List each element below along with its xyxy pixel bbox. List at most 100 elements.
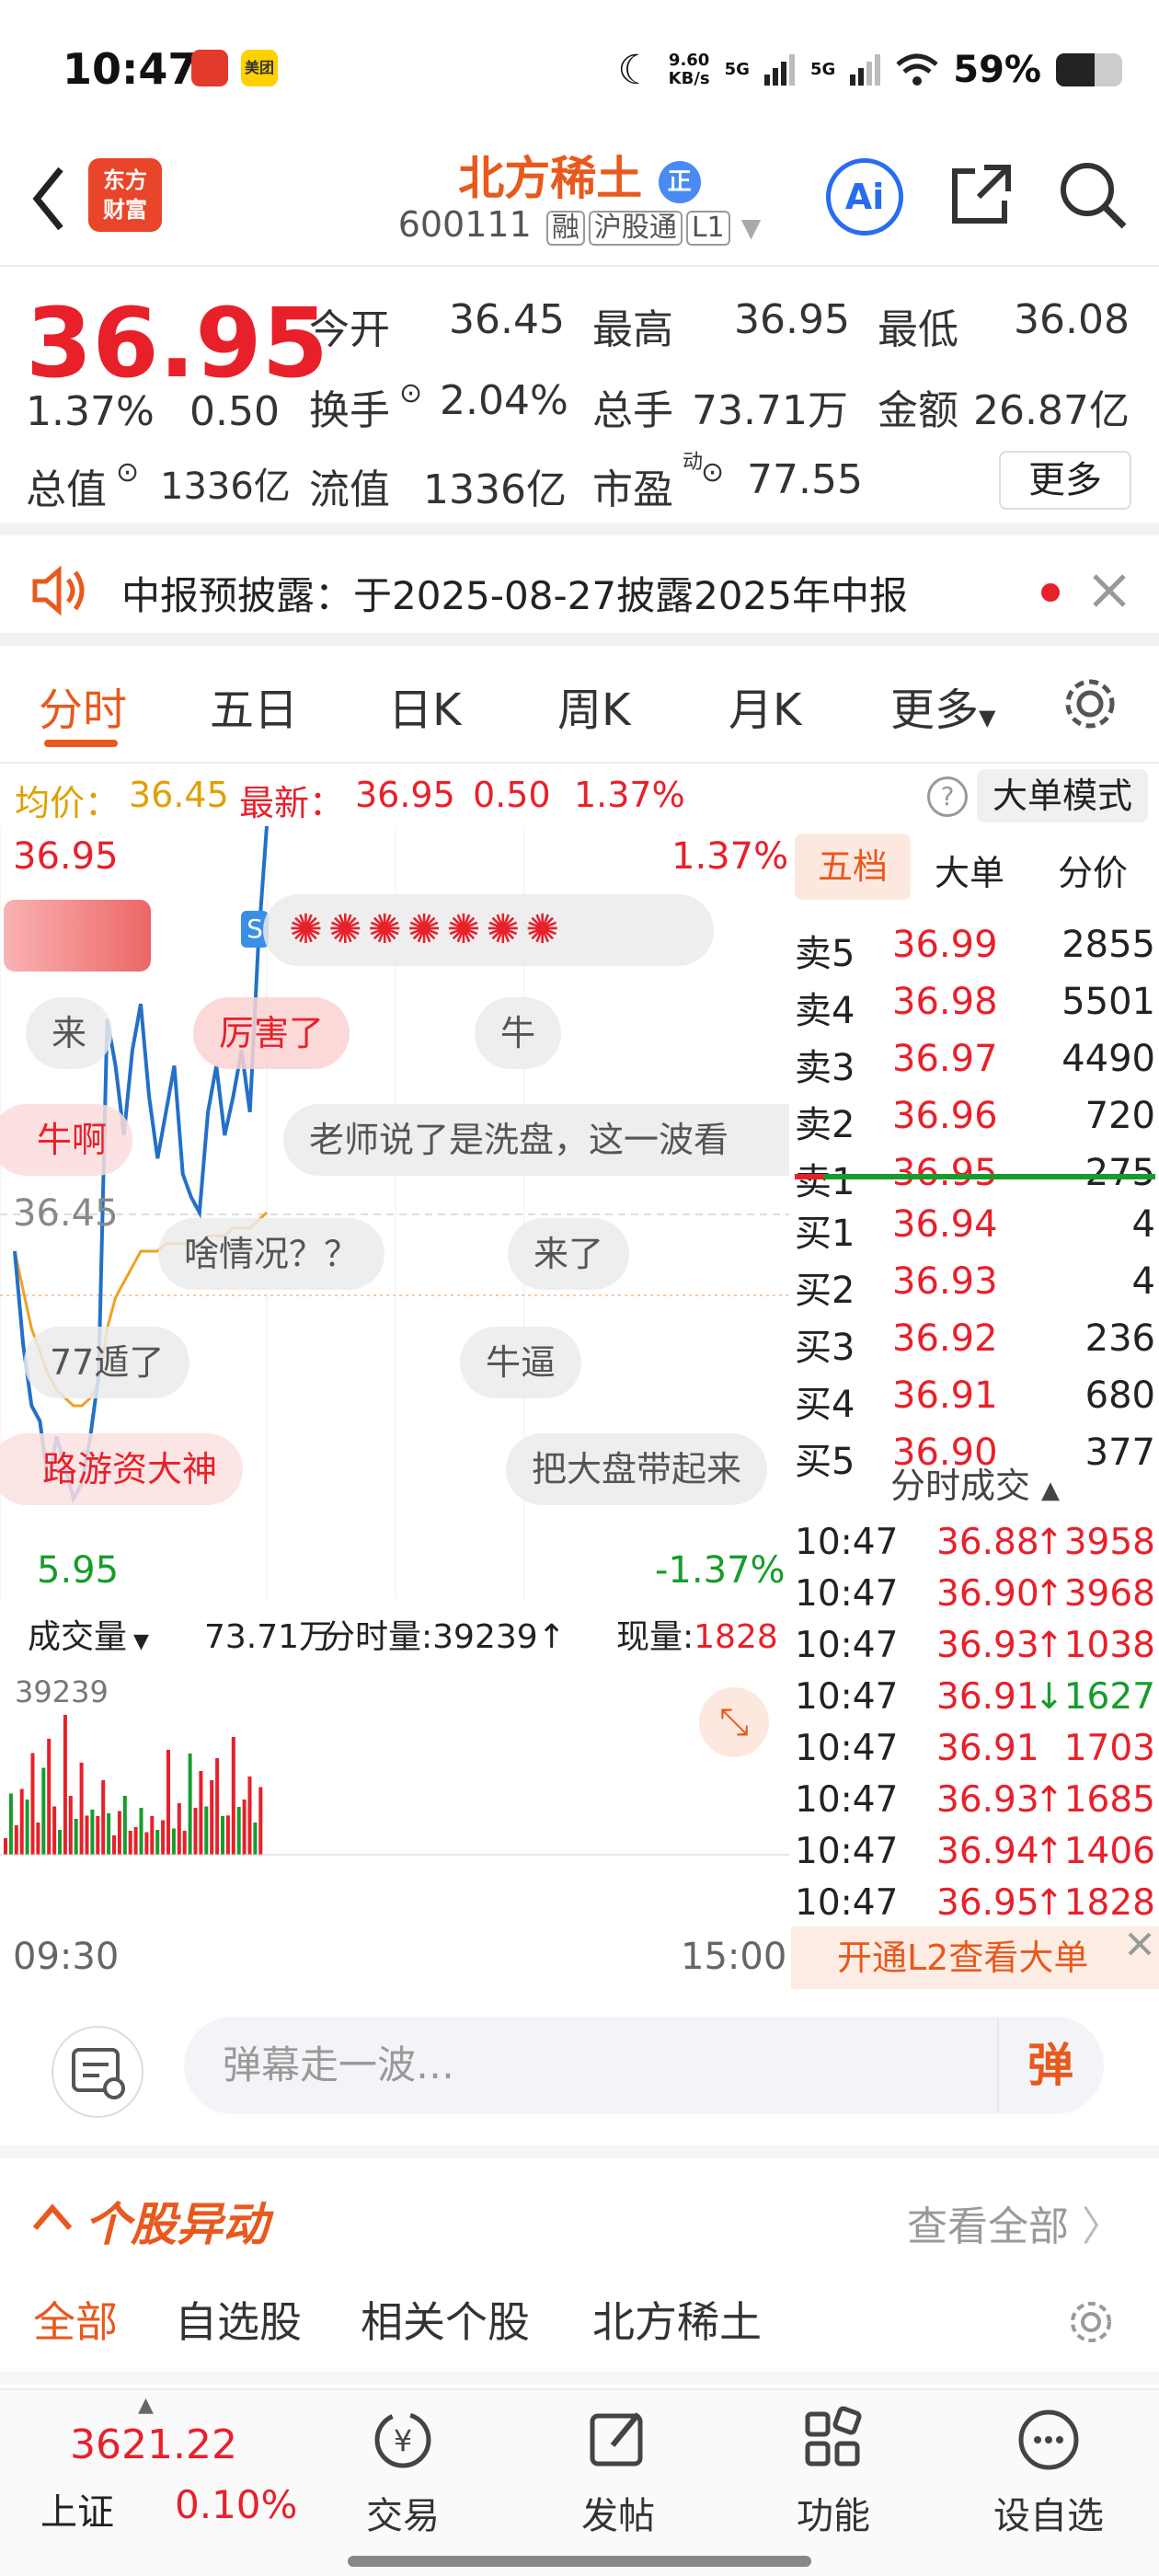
bid-row[interactable]: 买4 36.91 680 [791, 1369, 1159, 1426]
volume-bar [63, 1715, 67, 1855]
bid-row[interactable]: 买2 36.93 4 [791, 1255, 1159, 1312]
tab-weekly-k[interactable]: 周K [557, 673, 630, 738]
danmaku-item[interactable]: 把大盘带起来 [506, 1433, 768, 1505]
danmaku-item[interactable]: 来 [26, 997, 113, 1069]
index-pct[interactable]: 0.10% [175, 2482, 297, 2527]
index-value[interactable]: 3621.22 [70, 2421, 237, 2468]
danmaku-item[interactable]: 77遁了 [24, 1327, 190, 1398]
signal-5g-1: 5G [724, 60, 750, 79]
volume-panel: 成交量 ▼ 73.71万 分时量:39239↑ 现量:1828 39239 ⤡ [0, 1599, 789, 1875]
danmaku-item[interactable]: 老师说了是洗盘，这一波看 [283, 1104, 789, 1176]
tick-time: 10:47 [795, 1831, 899, 1872]
tick-price: 36.91 [936, 1676, 1039, 1718]
filter-related[interactable]: 相关个股 [361, 2289, 530, 2350]
tab-big-order[interactable]: 大单 [935, 845, 1004, 895]
nav-trade[interactable]: ¥ 交易 [329, 2403, 476, 2539]
tick-time: 10:47 [795, 1676, 899, 1718]
bid-row[interactable]: 买3 36.92 236 [791, 1312, 1159, 1369]
danmaku-item[interactable]: 来了 [508, 1218, 630, 1290]
ask-row[interactable]: 卖5 36.99 2855 [791, 918, 1159, 975]
search-icon[interactable] [1058, 160, 1128, 230]
tab-price-distribution[interactable]: 分价 [1058, 845, 1128, 895]
settings-gear-icon[interactable] [1065, 2296, 1117, 2348]
book-level-label: 卖2 [795, 1104, 855, 1146]
volume-bar [150, 1816, 155, 1855]
volume-bar [122, 1796, 127, 1855]
pe-label: 市盈 [592, 466, 673, 513]
tick-volume: ↑3968 [1034, 1573, 1155, 1615]
meituan-icon: 美团 [241, 50, 278, 86]
current-price: 36.95 [26, 287, 328, 399]
chevron-up-icon[interactable] [29, 2199, 75, 2236]
filter-all[interactable]: 全部 [33, 2289, 118, 2350]
big-order-mode-button[interactable]: 大单模式 [977, 769, 1148, 822]
ai-assistant-icon[interactable]: Ai [826, 158, 903, 236]
danmaku-item[interactable]: 啥情况？？ [158, 1218, 385, 1290]
ask-row[interactable]: 卖3 36.97 4490 [791, 1032, 1159, 1089]
intraday-chart[interactable]: 36.95 1.37% 36.45 5.95 -1.37% S ✺✺✺✺✺✺✺ … [0, 825, 789, 1602]
danmaku-item[interactable]: 路游资大神 [0, 1433, 244, 1505]
danmaku-item[interactable]: 牛逼 [460, 1327, 582, 1398]
float-label: 流值 [309, 466, 390, 513]
close-icon[interactable] [1091, 572, 1128, 609]
volume-selector[interactable]: 成交量 ▼ [28, 1610, 149, 1658]
ask-row[interactable]: 卖4 36.98 5501 [791, 975, 1159, 1032]
ask-row[interactable]: 卖2 36.96 720 [791, 1089, 1159, 1146]
volume-bar [52, 1806, 57, 1855]
send-danmaku-button[interactable]: 弹 [997, 2018, 1102, 2112]
verified-badge-icon: 正 [658, 160, 701, 203]
volume-bars [0, 1715, 789, 1856]
nav-functions[interactable]: 功能 [760, 2403, 907, 2539]
settings-gear-icon[interactable] [1060, 673, 1120, 734]
volume-bar [90, 1810, 95, 1855]
danmaku-input[interactable]: 弹幕走一波… [184, 2017, 1104, 2114]
tab-five-level[interactable]: 五档 [795, 834, 911, 900]
avg-price-bar: 均价： 36.45 最新： 36.95 0.50 1.37% ? 大单模式 [0, 765, 1159, 826]
minute-volume: 分时量:39239↑ [322, 1618, 566, 1656]
stock-anomaly-header: 个股异动 查看全部 〉 [0, 2145, 1159, 2265]
notice-banner[interactable]: 中报预披露：于2025-08-27披露2025年中报 [0, 535, 1159, 646]
status-bar: 10:47 美团 ☾ 9.60 KB/s 5G 5G 59% [0, 0, 1159, 138]
volume-bar [215, 1758, 220, 1855]
tab-monthly-k[interactable]: 月K [729, 673, 801, 738]
nav-post[interactable]: 发帖 [545, 2403, 692, 2539]
danmaku-item[interactable]: 牛 [475, 997, 562, 1069]
share-icon[interactable] [947, 160, 1016, 228]
speaker-icon [32, 565, 85, 616]
index-name[interactable]: 上证 [40, 2482, 114, 2536]
tick-time: 10:47 [795, 1573, 899, 1615]
book-price: 36.93 [892, 1260, 998, 1303]
view-all-link[interactable]: 查看全部 〉 [907, 2193, 1122, 2252]
open-l2-button[interactable]: 开通L2查看大单 [791, 1926, 1159, 1989]
close-icon[interactable] [1124, 1928, 1155, 1960]
ticks-title[interactable]: 分时成交 ▲ [791, 1457, 1159, 1508]
filter-stock[interactable]: 北方稀土 [592, 2289, 762, 2350]
tick-volume: ↑1038 [1034, 1625, 1155, 1666]
volume-bar [258, 1787, 263, 1855]
tab-intraday[interactable]: 分时 [39, 673, 127, 738]
battery-icon [1056, 53, 1122, 86]
red-app-icon [191, 50, 228, 86]
tick-volume: ↑3958 [1034, 1522, 1155, 1563]
tick-time: 10:47 [795, 1625, 899, 1666]
ask-row[interactable]: 卖1 36.95 275 [791, 1146, 1159, 1203]
order-book: 五档 大单 分价 卖5 36.99 2855 卖4 36.98 5501 卖3 36.97 44… [791, 826, 1159, 1989]
nav-add-watchlist[interactable]: 设自选 [975, 2403, 1122, 2539]
turnover-value: 2.04% [440, 377, 568, 424]
tab-five-day[interactable]: 五日 [210, 673, 298, 738]
tab-daily-k[interactable]: 日K [388, 673, 461, 738]
home-indicator[interactable] [348, 2556, 811, 2567]
tick-row: 10:47 36.88 ↑3958 [791, 1518, 1159, 1570]
help-icon[interactable]: ? [927, 776, 968, 817]
filter-watchlist[interactable]: 自选股 [175, 2289, 302, 2350]
volume-bar [58, 1830, 62, 1855]
danmaku-settings-icon[interactable] [52, 2026, 143, 2118]
dropdown-caret-icon: ▼ [740, 213, 762, 243]
more-button[interactable]: 更多 [999, 451, 1131, 510]
bid-row[interactable]: 买1 36.94 4 [791, 1198, 1159, 1255]
danmaku-item[interactable]: 牛啊 [0, 1104, 133, 1176]
tick-row: 10:47 36.93 ↑1038 [791, 1621, 1159, 1673]
tab-more[interactable]: 更多▼ [890, 673, 995, 738]
grid-icon [805, 2406, 862, 2467]
danmaku-item[interactable]: 厉害了 [193, 997, 350, 1069]
